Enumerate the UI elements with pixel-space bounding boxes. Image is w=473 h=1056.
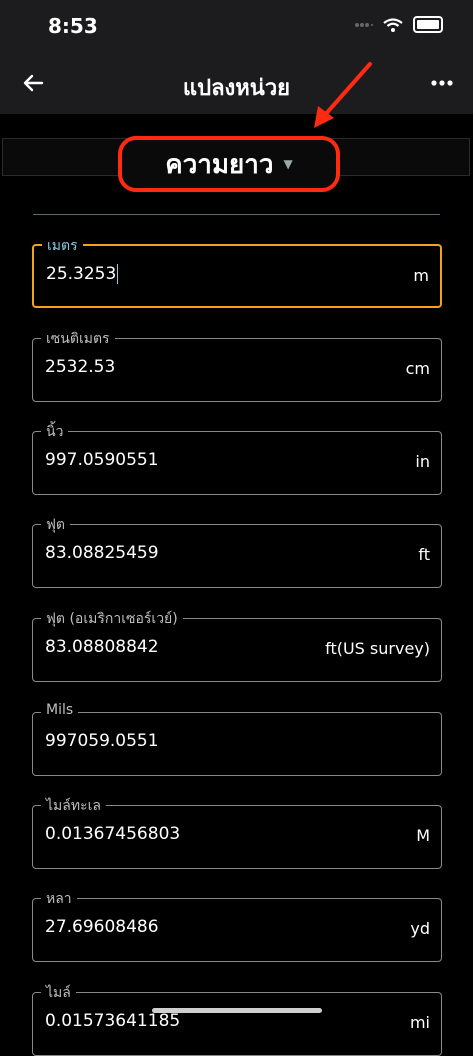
home-indicator[interactable] [152,1008,322,1013]
field-label: ไมล์ทะเล [41,795,106,817]
field-mile[interactable]: ไมล์ 0.01573641185 mi [32,982,442,1056]
wifi-icon [383,17,403,32]
field-value[interactable]: 0.01573641185 [45,1011,180,1031]
field-centimeter[interactable]: เซนติเมตร 2532.53 cm [32,328,442,402]
field-foot[interactable]: ฟุต 83.08825459 ft [32,514,442,588]
status-bar: 8:53 [0,0,473,56]
field-nautical-mile[interactable]: ไมล์ทะเล 0.01367456803 M [32,795,442,869]
field-unit: cm [405,359,430,378]
field-label: นิ้ว [41,421,69,443]
field-unit: mi [409,1013,430,1032]
field-value[interactable]: 83.08825459 [45,543,159,563]
field-value[interactable]: 997.0590551 [45,450,159,470]
field-us-survey-foot[interactable]: ฟุต (อเมริกาเซอร์เวย์) 83.08808842 ft(US… [32,608,442,682]
field-value[interactable]: 25.3253 [46,264,119,284]
field-label: หลา [41,888,77,910]
field-unit: ft(US survey) [325,639,430,658]
field-label: ฟุต [41,514,71,536]
field-label: ฟุต (อเมริกาเซอร์เวย์) [41,608,183,630]
field-mils[interactable]: Mils 997059.0551 [32,702,442,776]
caret-down-icon: ▼ [283,157,293,171]
field-value[interactable]: 83.08808842 [45,637,159,657]
field-value[interactable]: 2532.53 [45,357,115,377]
annotation-arrow-icon [314,62,372,128]
unit-category-dropdown[interactable]: ความยาว ▼ [118,136,340,192]
unit-category-label: ความยาว [165,149,274,180]
app-header: แปลงหน่วย [0,56,473,114]
text-cursor [117,264,119,284]
field-value[interactable]: 27.69608486 [45,917,159,937]
field-yard[interactable]: หลา 27.69608486 yd [32,888,442,962]
signal-icon [355,22,373,27]
more-options-icon [431,80,453,86]
field-unit: M [416,826,430,845]
field-inch[interactable]: นิ้ว 997.0590551 in [32,421,442,495]
battery-icon [413,16,443,33]
field-label: เมตร [42,235,83,257]
field-unit: ft [418,545,430,564]
field-label: เซนติเมตร [41,328,115,350]
field-meter[interactable]: เมตร 25.3253 m [32,235,442,308]
field-label: ไมล์ [41,982,76,1004]
field-unit: in [415,452,430,471]
status-icons [355,16,443,33]
more-button[interactable] [425,64,459,92]
page-title: แปลงหน่วย [182,76,291,101]
field-value[interactable]: 0.01367456803 [45,824,180,844]
divider [33,214,440,215]
field-unit: yd [410,919,430,938]
field-value[interactable]: 997059.0551 [45,731,159,751]
field-label: Mils [41,702,79,718]
status-time: 8:53 [48,14,98,38]
field-unit: m [413,266,429,285]
